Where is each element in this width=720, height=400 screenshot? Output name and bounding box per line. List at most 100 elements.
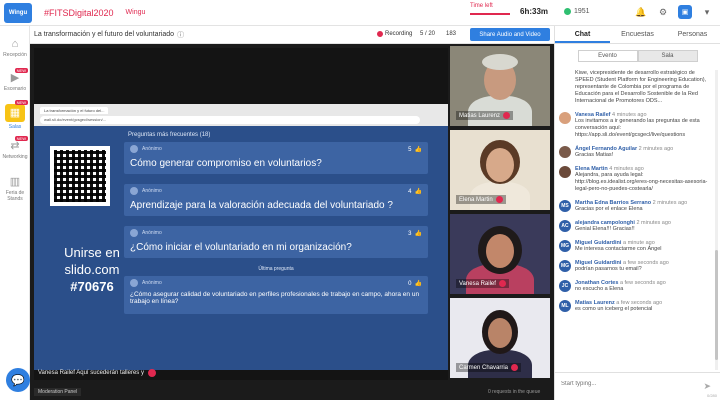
message-text: Me interesa contactarme con Ángel — [575, 246, 662, 252]
info-icon[interactable]: ⓘ — [177, 30, 184, 40]
message-time: 2 minutes ago — [636, 220, 671, 226]
speaker-slots: 5 / 20 — [420, 31, 436, 37]
stage-toolbar: La transformación y el futuro del volunt… — [30, 26, 554, 44]
participant-name: Matias Laurenz — [459, 112, 501, 119]
help-chat-button[interactable]: 💬 — [6, 368, 30, 392]
subtab-sala[interactable]: Sala — [637, 50, 698, 62]
chevron-down-icon[interactable]: ▾ — [700, 5, 714, 19]
chat-message-input[interactable] — [561, 381, 691, 387]
participant-tile[interactable]: Elena Martin — [450, 130, 550, 210]
send-icon[interactable]: ➤ — [703, 381, 711, 392]
moderation-panel-button[interactable]: Moderation Panel — [34, 388, 82, 396]
avatar: MG — [559, 240, 571, 252]
top-bar: Wingu #FITSDigital2020 Wingu Time left 6… — [0, 0, 720, 26]
nav-item-escenario[interactable]: ▶ NEW Escenario — [0, 68, 30, 92]
home-icon: ⌂ — [11, 38, 19, 50]
question-text: Aprendizaje para la valoración adecuada … — [130, 200, 393, 211]
avatar: MG — [559, 260, 571, 272]
browser-tab: La transformación y el futuro del... — [40, 107, 109, 114]
online-count-value: 1951 — [574, 8, 590, 15]
anon-avatar-icon — [130, 187, 138, 195]
thumbs-up-icon: 👍 — [414, 281, 422, 287]
chat-scrollbar[interactable] — [715, 70, 718, 370]
time-left-label: Time left — [470, 3, 493, 9]
avatar: AC — [559, 220, 571, 232]
recording-indicator: Recording — [377, 31, 412, 37]
popular-questions-header: Preguntas más frecuentes (18) — [128, 132, 211, 138]
anon-avatar-icon — [130, 279, 138, 287]
wingu-logo[interactable]: Wingu — [4, 2, 32, 23]
online-dot-icon — [564, 8, 571, 15]
user-avatar[interactable]: ▣ — [678, 5, 692, 19]
nav-item-feria[interactable]: ▥ Feria de Stands — [0, 176, 30, 202]
anon-avatar-icon — [130, 145, 138, 153]
event-code: #70676 — [70, 279, 114, 294]
message-time: 2 minutes ago — [652, 200, 688, 206]
vote-value: 5 — [408, 146, 412, 153]
scrollbar-thumb[interactable] — [715, 250, 718, 360]
question-author: Anónimo — [142, 188, 162, 194]
tab-encuestas[interactable]: Encuestas — [610, 26, 665, 43]
video-icon: ▶ — [10, 72, 20, 84]
subtab-evento[interactable]: Evento — [577, 50, 638, 62]
nav-item-recepcion[interactable]: ⌂ Recepción — [0, 38, 30, 58]
mic-off-icon — [498, 280, 506, 287]
question-text: ¿Cómo iniciar el voluntariado en mi orga… — [130, 242, 352, 253]
chat-message: Ángel Fernando Aguilar 2 minutes ago Gra… — [559, 146, 709, 159]
participant-tile[interactable]: Carmen Chavarria — [450, 298, 550, 378]
caption-text: Vanesa Railef Aquí sucederán talleres y — [38, 370, 144, 376]
mic-off-icon — [495, 196, 503, 203]
tab-personas[interactable]: Personas — [665, 26, 720, 43]
nav-item-label: Salas — [8, 124, 22, 130]
avatar — [559, 112, 571, 124]
notifications-bell-icon[interactable]: 🔔 — [634, 5, 648, 19]
participant-name: Vanesa Railef — [459, 280, 496, 287]
thumbs-up-icon: 👍 — [414, 189, 422, 195]
brand-label: Wingu — [125, 9, 146, 16]
tab-chat[interactable]: Chat — [555, 26, 610, 43]
participant-tile[interactable]: Vanesa Railef — [450, 214, 550, 294]
message-text: Gracias Matias! — [575, 152, 614, 158]
message-text: Gracias por el enlace Elena — [575, 206, 643, 212]
share-audio-video-button[interactable]: Share Audio and Video — [470, 28, 550, 41]
chat-message: JC Jonathan Cortes a few seconds ago no … — [559, 280, 709, 293]
top-icons: 🔔 ⚙ ▣ ▾ — [634, 5, 714, 19]
rooms-icon: ▦ — [5, 104, 25, 122]
browser-url: wall.sli.do/event/gcsgecl/session/... — [40, 116, 420, 124]
panel-tabs: Chat Encuestas Personas — [555, 26, 720, 44]
nav-item-networking[interactable]: ⇄ NEW Networking — [0, 136, 30, 160]
avatar: JC — [559, 280, 571, 292]
nav-item-salas[interactable]: ▦ NEW Salas — [0, 100, 30, 130]
chat-message: MG Miguel Guidardini a few seconds ago p… — [559, 260, 709, 273]
chat-message: MS Martha Edna Barrios Serrano 2 minutes… — [559, 200, 709, 213]
participant-tile[interactable]: Matias Laurenz — [450, 46, 550, 126]
participant-name-tag: Matias Laurenz — [456, 111, 514, 120]
stage-area: La transformación y el futuro del volunt… — [30, 26, 554, 400]
thumbs-up-icon: 👍 — [414, 231, 422, 237]
speaker-caption: Vanesa Railef Aquí sucederán talleres y — [38, 368, 338, 378]
online-count: 1951 — [564, 8, 590, 15]
question-author: Anónimo — [142, 280, 162, 286]
question-card: Anónimo 3 👍 ¿Cómo iniciar el voluntariado… — [124, 226, 428, 258]
chat-messages[interactable]: Kiwe, vicepresidente de desarrollo estra… — [559, 70, 709, 370]
chat-input-area: ➤ 0/280 — [555, 372, 720, 400]
anon-avatar-icon — [130, 229, 138, 237]
chat-message: Vanesa Railef 4 minutes ago Los invitamo… — [559, 112, 709, 139]
chat-message: ML Matias Laurenz a few seconds ago es c… — [559, 300, 709, 313]
nav-item-label: Escenario — [3, 86, 27, 92]
settings-gear-icon[interactable]: ⚙ — [656, 5, 670, 19]
slido-join-text: Unirse en slido.com #70676 — [52, 244, 132, 295]
chat-panel: Chat Encuestas Personas Evento Sala Kiwe… — [554, 26, 720, 400]
avatar — [559, 146, 571, 158]
chat-message: MG Miguel Guidardini a minute ago Me int… — [559, 240, 709, 253]
time-left-value: 6h:33m — [520, 7, 549, 16]
message-time: a few seconds ago — [619, 280, 666, 286]
vote-value: 3 — [408, 230, 412, 237]
viewer-count: 183 — [446, 31, 457, 37]
char-count: 0/280 — [706, 393, 717, 398]
participant-name: Carmen Chavarria — [459, 364, 509, 371]
session-title: La transformación y el futuro del volunt… — [34, 31, 175, 38]
nav-item-label: Feria de Stands — [5, 190, 25, 202]
nav-item-label: Recepción — [3, 52, 27, 58]
slido-wall: Unirse en slido.com #70676 Preguntas más… — [34, 126, 448, 370]
